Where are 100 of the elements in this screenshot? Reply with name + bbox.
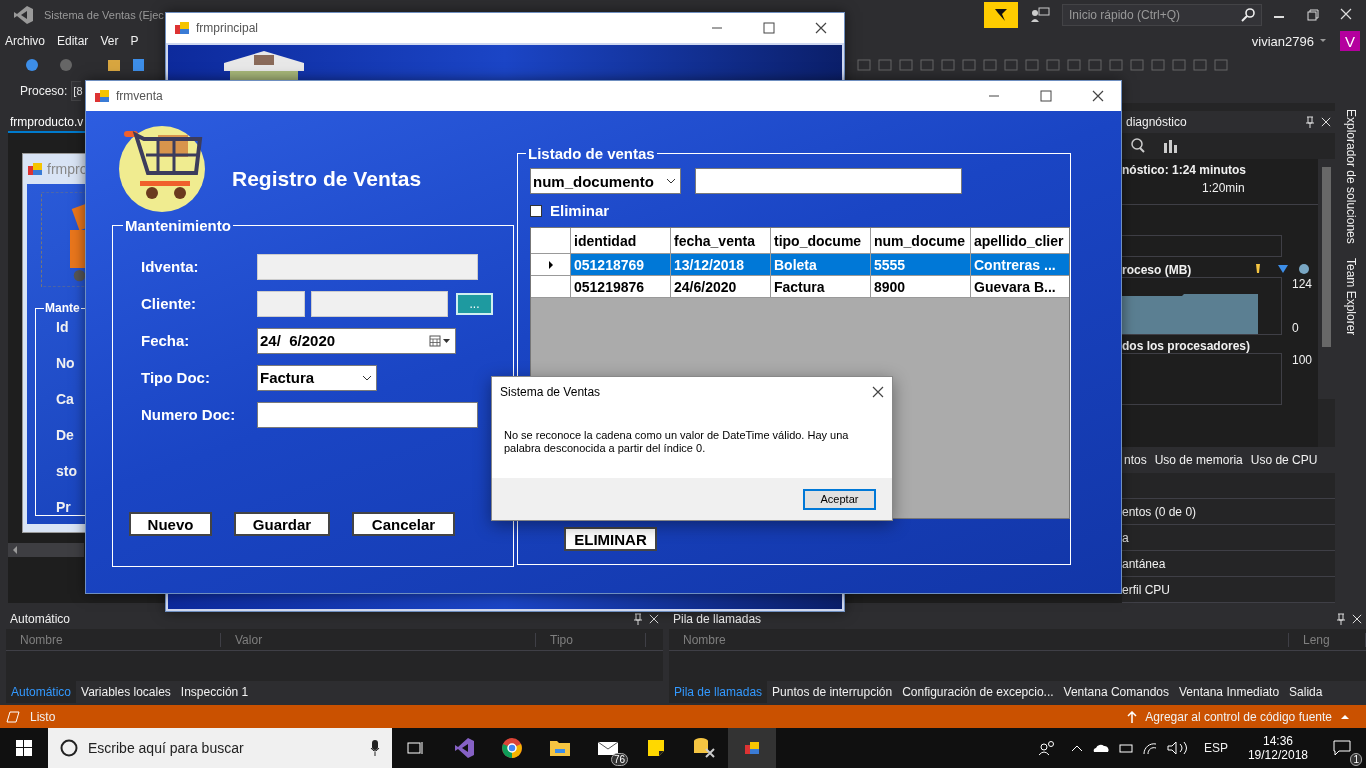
menu-item[interactable]: Ver bbox=[95, 34, 126, 48]
panel-tab[interactable]: Salida bbox=[1284, 681, 1328, 703]
table-cell: 051219876 bbox=[571, 276, 671, 298]
side-tab[interactable]: Explorador de soluciones bbox=[1343, 109, 1358, 244]
vertical-scrollbar[interactable] bbox=[1318, 159, 1335, 399]
list-item[interactable]: entos (0 de 0) bbox=[1122, 504, 1197, 519]
form-button[interactable]: Nuevo bbox=[129, 512, 212, 536]
arrow-up-icon bbox=[1127, 710, 1138, 723]
side-tab[interactable]: Team Explorer bbox=[1343, 257, 1358, 336]
maximize-icon[interactable] bbox=[1040, 90, 1052, 102]
field-label: Id bbox=[56, 319, 70, 335]
ok-button[interactable]: Aceptar bbox=[803, 488, 876, 510]
microphone-icon[interactable] bbox=[370, 740, 380, 756]
panel-tab[interactable]: Automático bbox=[6, 681, 77, 703]
text-field[interactable] bbox=[257, 401, 478, 428]
pin-icon[interactable] bbox=[633, 613, 643, 625]
panel-tab[interactable]: Uso de memoria bbox=[1154, 453, 1243, 467]
source-control-link[interactable]: Agregar al control de código fuente bbox=[1145, 709, 1332, 724]
panel-tab[interactable]: Ventana Inmediato bbox=[1174, 681, 1285, 703]
quick-launch-field[interactable]: Inicio rápido (Ctrl+Q) bbox=[1062, 4, 1262, 26]
panel-tab[interactable]: Configuración de excepcio... bbox=[897, 681, 1059, 703]
caret-up-icon[interactable] bbox=[1340, 713, 1350, 720]
panel-tab[interactable]: Variables locales bbox=[76, 681, 176, 703]
close-icon[interactable] bbox=[815, 22, 827, 34]
zoom-and-chart-icons[interactable] bbox=[1130, 137, 1180, 155]
chevron-down-icon bbox=[362, 374, 372, 381]
field-label: sto bbox=[56, 463, 78, 479]
panel-title: Automático bbox=[10, 612, 71, 626]
field-label: Ca bbox=[56, 391, 75, 407]
windows-logo-icon bbox=[16, 740, 32, 756]
form-button[interactable]: Cancelar bbox=[352, 512, 455, 536]
circle-icon bbox=[60, 739, 78, 757]
maximize-icon[interactable] bbox=[763, 22, 775, 34]
language-indicator[interactable]: ESP bbox=[1203, 741, 1228, 755]
delete-checkbox[interactable] bbox=[530, 204, 542, 217]
column-header: Leng bbox=[1289, 632, 1366, 647]
taskbar-search-field[interactable]: Escribe aquí para buscar bbox=[48, 728, 392, 768]
field-label: De bbox=[56, 427, 75, 443]
document-type-dropdown[interactable]: Factura bbox=[257, 364, 377, 391]
menu-item[interactable]: P bbox=[125, 34, 146, 48]
date-picker[interactable]: 24/ 6/2020 bbox=[257, 327, 456, 354]
panel-tab[interactable]: Puntos de interrupción bbox=[767, 681, 898, 703]
delete-button[interactable]: ELIMINAR bbox=[564, 527, 657, 551]
horizontal-scrollbar[interactable] bbox=[8, 543, 84, 557]
action-center-button[interactable]: 1 bbox=[1318, 728, 1366, 768]
process-dropdown[interactable]: [8 bbox=[71, 80, 82, 101]
panel-tab[interactable]: Pila de llamadas bbox=[669, 681, 768, 703]
panel-tab[interactable]: ntos bbox=[1124, 453, 1147, 467]
close-icon[interactable] bbox=[1092, 90, 1104, 102]
panel-tab[interactable]: Inspección 1 bbox=[175, 681, 254, 703]
form-icon bbox=[94, 88, 110, 104]
table-cell: 24/6/2020 bbox=[671, 276, 771, 298]
visual-studio-logo-icon bbox=[12, 5, 34, 25]
grid-row[interactable]: 051218769 13/12/2018 Boleta 5555 Contreras ... bbox=[531, 254, 1069, 276]
flag-icon bbox=[994, 8, 1008, 22]
form-button[interactable]: Guardar bbox=[234, 512, 330, 536]
menu-item[interactable]: Editar bbox=[52, 34, 96, 48]
people-icon[interactable] bbox=[1037, 740, 1056, 756]
status-icon bbox=[6, 710, 20, 723]
column-header: Nombre bbox=[6, 632, 221, 647]
user-avatar[interactable]: V bbox=[1340, 31, 1360, 51]
field-label: No bbox=[56, 355, 76, 371]
panel-tab[interactable]: Ventana Comandos bbox=[1058, 681, 1174, 703]
pin-icon[interactable] bbox=[1336, 613, 1346, 625]
taskbar-app[interactable]: 76 bbox=[584, 728, 632, 768]
axis-max: 124 bbox=[1292, 277, 1313, 291]
window-title: frmventa bbox=[116, 89, 163, 103]
search-field[interactable] bbox=[695, 168, 962, 194]
form-icon bbox=[27, 161, 43, 177]
panel-tab[interactable]: Uso de CPU bbox=[1250, 453, 1318, 467]
list-item[interactable]: antánea bbox=[1122, 556, 1166, 571]
close-icon[interactable] bbox=[872, 386, 884, 398]
field-label: Tipo Doc: bbox=[141, 369, 211, 386]
sticky-note-icon bbox=[647, 739, 665, 757]
panel-title: diagnóstico bbox=[1126, 115, 1187, 129]
chart-title: dos los procesadores) bbox=[1122, 339, 1252, 353]
menu-item[interactable]: Archivo bbox=[0, 34, 52, 48]
axis-max: 100 bbox=[1292, 353, 1313, 367]
field-label: Idventa: bbox=[141, 258, 200, 275]
feedback-icon[interactable] bbox=[1030, 7, 1050, 23]
window-title: frmprincipal bbox=[196, 21, 258, 35]
row-header[interactable] bbox=[531, 254, 571, 276]
task-view-icon bbox=[407, 740, 425, 756]
feedback-filter-button[interactable] bbox=[984, 2, 1018, 28]
table-cell: 8900 bbox=[871, 276, 971, 298]
search-icon bbox=[1241, 8, 1255, 22]
chart-title: roceso (MB) bbox=[1122, 263, 1192, 277]
filter-dropdown[interactable]: num_documento bbox=[530, 168, 681, 194]
column-header: Valor bbox=[221, 632, 536, 647]
clock[interactable]: 14:36 19/12/2018 bbox=[1237, 734, 1318, 762]
calendar-icon[interactable] bbox=[429, 334, 451, 347]
list-item[interactable]: erfil CPU bbox=[1122, 582, 1170, 597]
row-header[interactable] bbox=[531, 276, 571, 298]
list-item[interactable]: a bbox=[1122, 530, 1129, 545]
field-label: Pr bbox=[56, 499, 72, 515]
column-header: Tipo bbox=[536, 632, 646, 647]
grid-row[interactable]: 051219876 24/6/2020 Factura 8900 Guevara B... bbox=[531, 276, 1069, 298]
pin-icon[interactable] bbox=[1305, 116, 1315, 128]
user-name[interactable]: vivian2796 bbox=[1251, 33, 1314, 49]
taskbar-app[interactable] bbox=[728, 728, 776, 768]
